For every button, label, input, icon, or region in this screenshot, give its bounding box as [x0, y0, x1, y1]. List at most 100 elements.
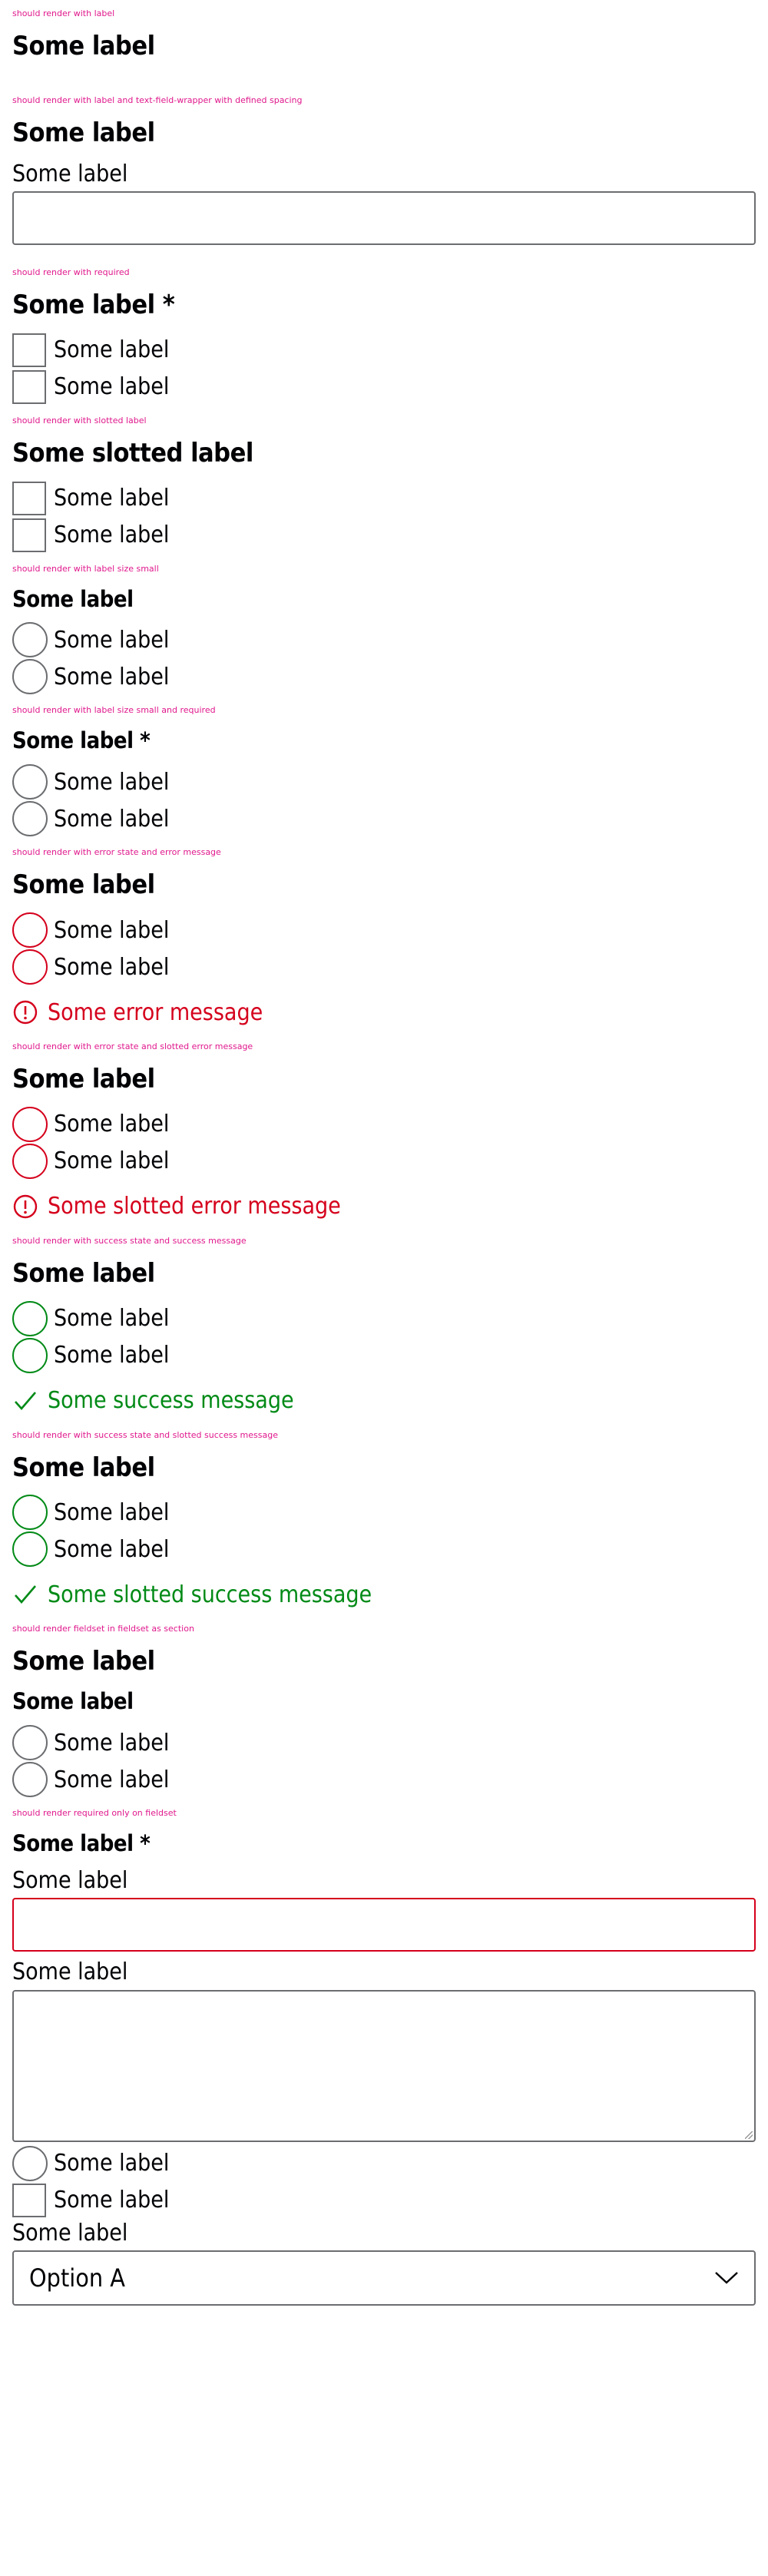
text-field-label: Some label [12, 1866, 128, 1894]
success-message: Some slotted success message [12, 1574, 756, 1615]
resize-handle[interactable] [745, 2131, 753, 2139]
text-input[interactable] [12, 1898, 756, 1952]
exclamation-circle-icon [13, 1000, 38, 1025]
select-label: Some label [12, 2219, 128, 2247]
radio-option[interactable]: Some label [12, 1337, 756, 1374]
chevron-down-icon [715, 2272, 738, 2284]
radio-label: Some label [54, 1498, 170, 1526]
error-message-text: Some slotted error message [48, 1193, 341, 1220]
radio-option[interactable]: Some label [12, 800, 756, 837]
fieldset-legend: Some slotted label [12, 437, 253, 469]
radio-label: Some label [54, 663, 170, 690]
radio-option[interactable]: Some label [12, 658, 756, 695]
fieldset-legend: Some label [12, 585, 134, 612]
success-message-text: Some success message [48, 1387, 294, 1415]
textarea[interactable] [12, 1989, 756, 2142]
test-caption: should render with required [12, 267, 130, 278]
radio-button[interactable] [12, 949, 48, 985]
section-success: should render with success state and suc… [12, 1232, 756, 1422]
radio-label: Some label [54, 626, 170, 654]
radio-button[interactable] [12, 1300, 48, 1336]
section-required-fieldset: should render required only on fieldset … [12, 1804, 756, 2306]
select-dropdown[interactable]: Option A [12, 2250, 756, 2306]
test-caption: should render fieldset in fieldset as se… [12, 1624, 194, 1634]
radio-label: Some label [54, 1342, 170, 1369]
radio-button[interactable] [12, 1531, 48, 1568]
section-label-small-required: should render with label size small and … [12, 701, 756, 837]
nested-fieldset-legend: Some label [12, 1688, 134, 1715]
section-nested-fieldset: should render fieldset in fieldset as se… [12, 1620, 756, 1798]
radio-button[interactable] [12, 1106, 48, 1142]
radio-option[interactable]: Some label [12, 912, 756, 949]
radio-button[interactable] [12, 1337, 48, 1373]
section-error: should render with error state and error… [12, 843, 756, 1033]
checkbox[interactable] [12, 518, 46, 552]
radio-button[interactable] [12, 659, 48, 695]
radio-option[interactable]: Some label [12, 949, 756, 985]
radio-label: Some label [54, 2150, 170, 2177]
fieldset-legend: Some label [12, 1257, 155, 1289]
test-caption: should render with success state and slo… [12, 1429, 278, 1440]
fieldset-legend: Some label [12, 869, 155, 901]
section-label-text-field: should render with label and text-field-… [12, 91, 756, 246]
fieldset-legend: Some label [12, 117, 155, 148]
radio-option[interactable]: Some label [12, 1106, 756, 1143]
checkbox-option[interactable]: Some label [12, 2182, 756, 2219]
check-icon [15, 1391, 36, 1410]
radio-label: Some label [54, 1729, 170, 1757]
radio-button[interactable] [12, 1762, 48, 1798]
textarea-label: Some label [12, 1958, 128, 1986]
checkbox-option[interactable]: Some label [12, 517, 756, 554]
fieldset-legend: Some label * [12, 290, 175, 321]
radio-option[interactable]: Some label [12, 1531, 756, 1568]
section-error-slotted: should render with error state and slott… [12, 1038, 756, 1227]
success-message: Some success message [12, 1380, 756, 1422]
radio-button[interactable] [12, 801, 48, 837]
radio-option[interactable]: Some label [12, 621, 756, 658]
radio-button[interactable] [12, 764, 48, 800]
exclamation-circle-icon [13, 1194, 38, 1219]
error-message: Some error message [12, 992, 756, 1033]
checkbox[interactable] [12, 369, 46, 404]
radio-option[interactable]: Some label [12, 1761, 756, 1798]
radio-option[interactable]: Some label [12, 1143, 756, 1180]
radio-button[interactable] [12, 1143, 48, 1179]
radio-option[interactable]: Some label [12, 763, 756, 800]
radio-button[interactable] [12, 622, 48, 658]
checkbox[interactable] [12, 481, 46, 515]
radio-option[interactable]: Some label [12, 2145, 756, 2182]
test-caption: should render required only on fieldset [12, 1808, 177, 1819]
radio-label: Some label [54, 916, 170, 944]
radio-option[interactable]: Some label [12, 1494, 756, 1531]
fieldset-legend: Some label [12, 31, 155, 61]
success-message-text: Some slotted success message [48, 1581, 372, 1608]
radio-label: Some label [54, 953, 170, 981]
fieldset-legend: Some label * [12, 1830, 151, 1857]
checkbox[interactable] [12, 2183, 46, 2217]
select-value: Option A [29, 2263, 125, 2293]
test-caption: should render with error state and error… [12, 847, 221, 858]
test-caption: should render with error state and slott… [12, 1041, 253, 1052]
radio-button[interactable] [12, 1725, 48, 1761]
error-message: Some slotted error message [12, 1186, 756, 1227]
fieldset-legend: Some label [12, 1452, 155, 1483]
radio-button[interactable] [12, 2145, 48, 2181]
radio-option[interactable]: Some label [12, 1300, 756, 1337]
checkbox-option[interactable]: Some label [12, 480, 756, 517]
error-message-text: Some error message [48, 998, 263, 1026]
text-input[interactable] [12, 191, 756, 246]
radio-label: Some label [54, 1147, 170, 1175]
text-field-label: Some label [12, 160, 128, 187]
checkbox-option[interactable]: Some label [12, 332, 756, 369]
fieldset-legend: Some label [12, 1064, 155, 1095]
checkbox[interactable] [12, 333, 46, 367]
test-caption: should render with label and text-field-… [12, 94, 303, 105]
checkbox-option[interactable]: Some label [12, 369, 756, 406]
section-slotted-label: should render with slotted label Some sl… [12, 412, 756, 554]
radio-option[interactable]: Some label [12, 1724, 756, 1761]
radio-button[interactable] [12, 912, 48, 949]
radio-label: Some label [54, 805, 170, 833]
radio-label: Some label [54, 1535, 170, 1563]
radio-label: Some label [54, 768, 170, 796]
radio-button[interactable] [12, 1495, 48, 1531]
